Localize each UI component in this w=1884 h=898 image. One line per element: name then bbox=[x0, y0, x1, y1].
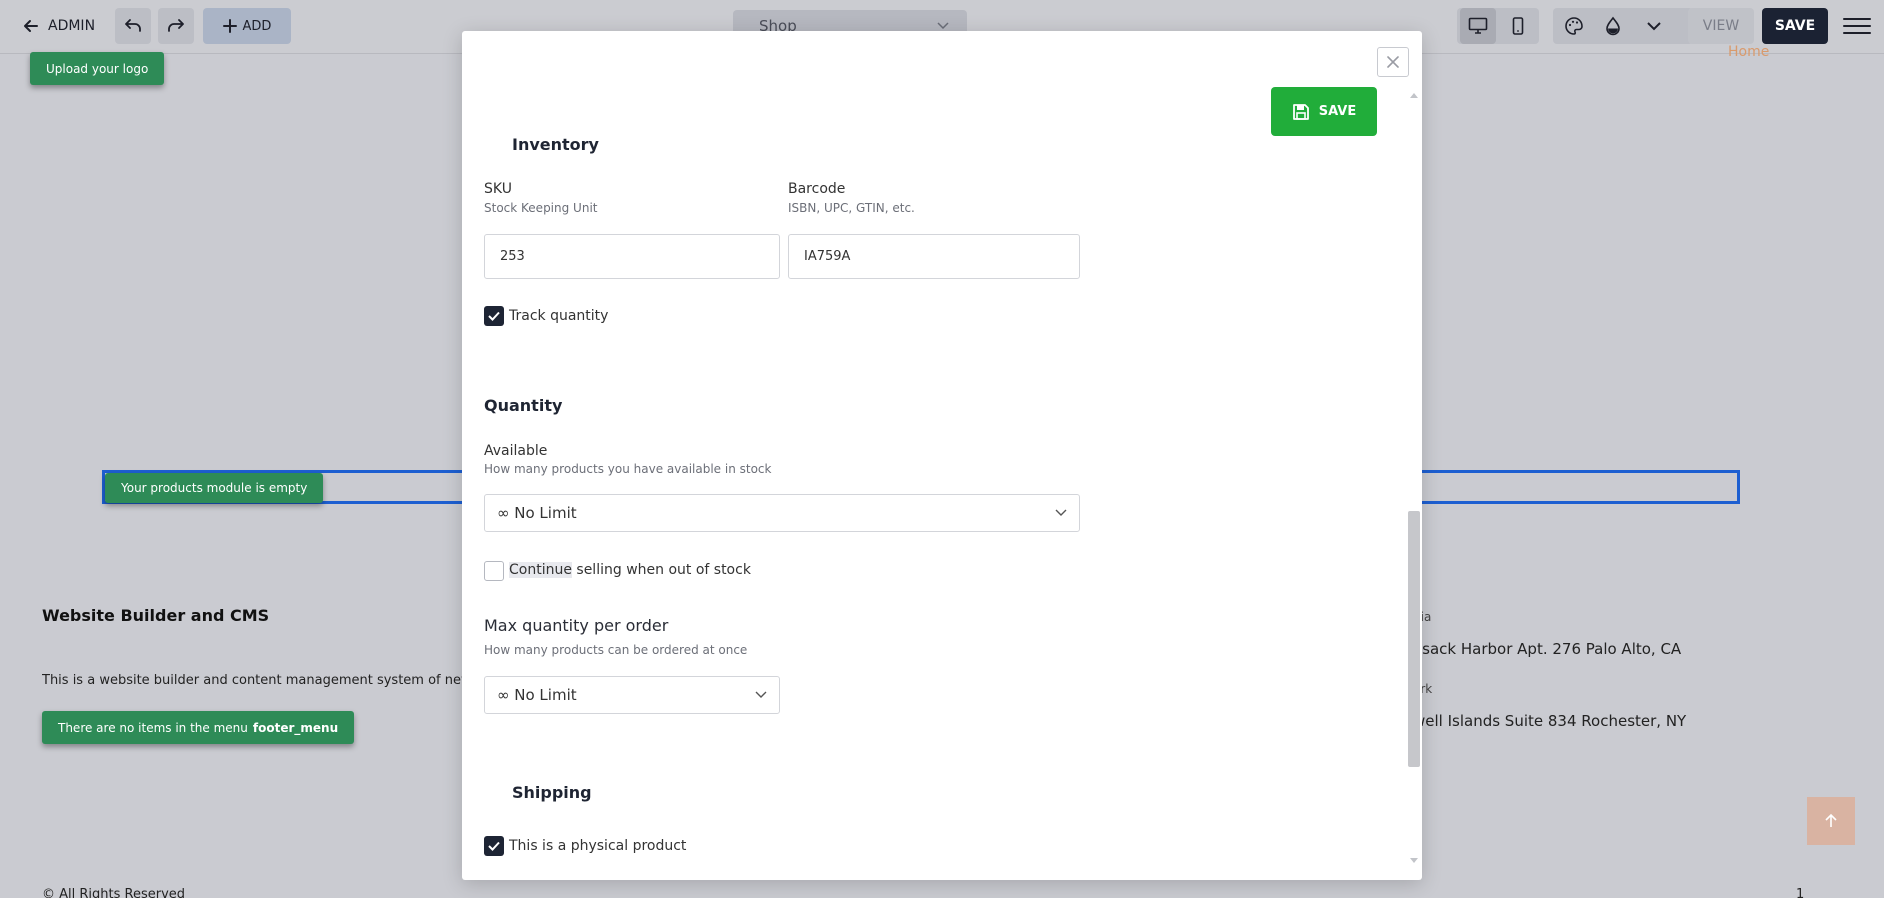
save-page-button[interactable]: SAVE bbox=[1762, 8, 1828, 44]
footer-menu-empty-tag: There are no items in the menu footer_me… bbox=[42, 711, 355, 744]
chevron-down-icon bbox=[755, 691, 767, 698]
scroll-to-top-button[interactable] bbox=[1807, 797, 1855, 845]
track-quantity-checkbox[interactable] bbox=[484, 306, 504, 326]
available-help: How many products you have available in … bbox=[484, 462, 772, 476]
arrow-left-icon bbox=[24, 20, 38, 32]
copyright-text: © All Rights Reserved bbox=[42, 887, 186, 898]
footer-menu-name: footer_menu bbox=[252, 720, 339, 735]
add-button[interactable]: ADD bbox=[203, 8, 291, 44]
scroll-up-arrow[interactable] bbox=[1410, 93, 1418, 98]
barcode-label: Barcode bbox=[788, 181, 846, 197]
address-2: well Islands Suite 834 Rochester, NY bbox=[1413, 712, 1687, 730]
physical-product-checkbox[interactable] bbox=[484, 836, 504, 856]
product-edit-modal: SAVE Inventory SKU Stock Keeping Unit Ba… bbox=[462, 31, 1422, 880]
admin-label: ADMIN bbox=[48, 18, 96, 34]
address-1: osack Harbor Apt. 276 Palo Alto, CA bbox=[1413, 640, 1682, 658]
inventory-title: Inventory bbox=[512, 135, 599, 154]
floppy-disk-icon bbox=[1292, 103, 1309, 120]
scroll-down-arrow[interactable] bbox=[1410, 858, 1418, 863]
redo-icon bbox=[168, 19, 184, 32]
undo-button[interactable] bbox=[115, 8, 151, 44]
save-product-button[interactable]: SAVE bbox=[1271, 87, 1377, 136]
undo-icon bbox=[125, 19, 141, 32]
mobile-view-button[interactable] bbox=[1500, 8, 1536, 44]
max-quantity-label: Max quantity per order bbox=[484, 616, 669, 635]
palette-button[interactable] bbox=[1556, 8, 1592, 44]
nav-home-link[interactable]: Home bbox=[1728, 44, 1769, 60]
quantity-title: Quantity bbox=[484, 396, 563, 415]
modal-scrollbar[interactable] bbox=[1408, 93, 1420, 863]
admin-back-button[interactable]: ADMIN bbox=[22, 8, 108, 44]
scroll-thumb[interactable] bbox=[1408, 511, 1420, 767]
chevron-down-icon bbox=[937, 22, 949, 30]
desktop-icon bbox=[1468, 17, 1488, 34]
color-drop-button[interactable] bbox=[1595, 8, 1631, 44]
products-module-empty-tag: Your products module is empty bbox=[105, 473, 324, 503]
close-modal-button[interactable] bbox=[1377, 47, 1409, 77]
check-icon bbox=[488, 311, 500, 321]
sku-help: Stock Keeping Unit bbox=[484, 201, 598, 215]
available-select-value: ∞ No Limit bbox=[497, 504, 577, 522]
upload-logo-tag[interactable]: Upload your logo bbox=[30, 52, 165, 85]
available-select[interactable]: ∞ No Limit bbox=[484, 494, 1080, 532]
continue-selling-label[interactable]: Continue selling when out of stock bbox=[509, 562, 751, 578]
more-options-button[interactable] bbox=[1636, 8, 1672, 44]
droplet-icon bbox=[1606, 16, 1620, 36]
mobile-icon bbox=[1512, 17, 1524, 35]
barcode-input[interactable] bbox=[788, 234, 1080, 279]
available-label: Available bbox=[484, 443, 548, 459]
track-quantity-label[interactable]: Track quantity bbox=[509, 308, 608, 324]
desktop-view-button[interactable] bbox=[1460, 8, 1496, 44]
physical-product-label[interactable]: This is a physical product bbox=[509, 838, 686, 854]
max-quantity-help: How many products can be ordered at once bbox=[484, 643, 748, 657]
sku-input[interactable] bbox=[484, 234, 780, 279]
redo-button[interactable] bbox=[158, 8, 194, 44]
continue-selling-checkbox[interactable] bbox=[484, 561, 504, 581]
max-quantity-select[interactable]: ∞ No Limit bbox=[484, 676, 780, 714]
shipping-title: Shipping bbox=[512, 783, 592, 802]
arrow-up-icon bbox=[1825, 813, 1837, 827]
footer-title: Website Builder and CMS bbox=[42, 606, 270, 625]
page-number: 1 bbox=[1796, 887, 1805, 898]
footer-text: This is a website builder and content ma… bbox=[42, 673, 462, 688]
chevron-down-icon bbox=[1055, 509, 1067, 516]
view-button[interactable]: VIEW bbox=[1688, 8, 1754, 44]
check-icon bbox=[488, 841, 500, 851]
plus-icon bbox=[222, 19, 237, 33]
palette-icon bbox=[1565, 17, 1583, 35]
save-product-label: SAVE bbox=[1318, 104, 1357, 119]
sku-label: SKU bbox=[484, 181, 512, 197]
hamburger-icon bbox=[1843, 18, 1871, 20]
hamburger-menu-button[interactable] bbox=[1843, 12, 1871, 40]
barcode-help: ISBN, UPC, GTIN, etc. bbox=[788, 201, 915, 215]
continue-selling-rest: selling when out of stock bbox=[571, 562, 751, 578]
add-label: ADD bbox=[242, 18, 272, 34]
continue-word-highlight: Continue bbox=[509, 562, 572, 578]
footer-menu-tag-text: There are no items in the menu bbox=[58, 720, 248, 735]
max-quantity-select-value: ∞ No Limit bbox=[497, 686, 577, 704]
chevron-down-icon bbox=[1647, 21, 1661, 30]
close-icon bbox=[1387, 56, 1399, 68]
